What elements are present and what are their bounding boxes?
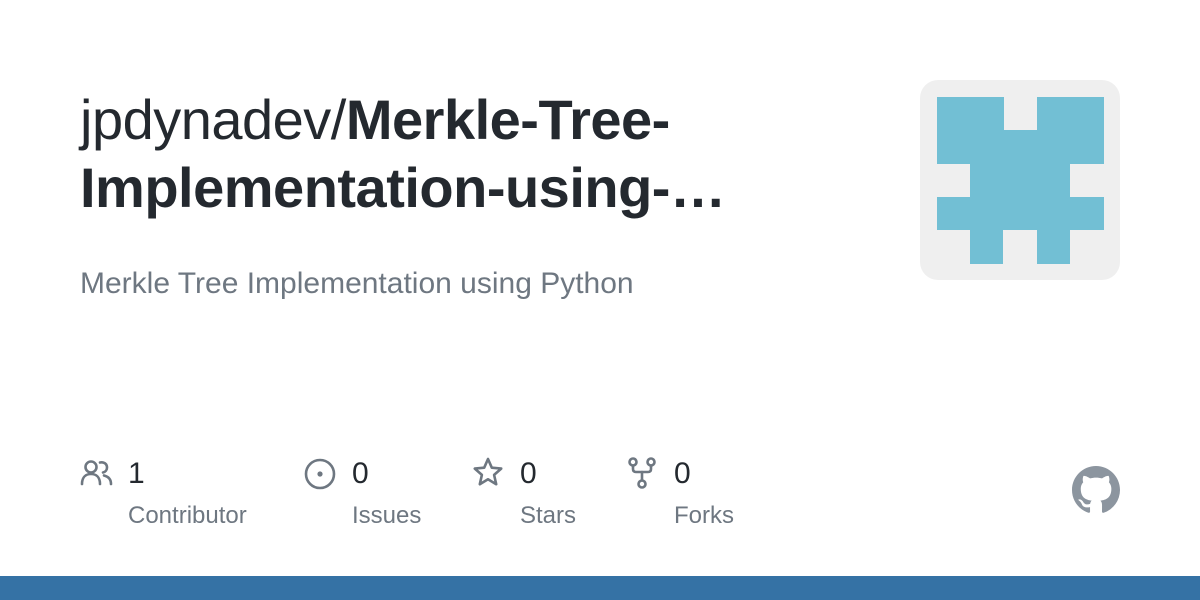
contributors-count: 1	[128, 457, 145, 490]
contributors-label: Contributor	[128, 502, 247, 529]
identicon-image	[937, 97, 1104, 264]
repo-title[interactable]: jpdynadev/Merkle-Tree-Implementation-usi…	[80, 86, 880, 222]
issues-label: Issues	[352, 502, 422, 529]
people-icon	[80, 456, 114, 490]
language-color-bar	[0, 576, 1200, 600]
github-logo-icon[interactable]	[1072, 466, 1120, 514]
repo-owner[interactable]: jpdynadev/	[80, 88, 346, 151]
issue-opened-icon	[304, 456, 338, 490]
stars-count: 0	[520, 457, 537, 490]
forks-count: 0	[674, 457, 691, 490]
stars-label: Stars	[520, 502, 577, 529]
forks-label: Forks	[674, 502, 734, 529]
repo-description: Merkle Tree Implementation using Python	[80, 267, 634, 300]
issues-count: 0	[352, 457, 369, 490]
repo-forked-icon	[626, 456, 660, 490]
owner-avatar[interactable]	[920, 80, 1120, 280]
star-icon	[472, 456, 506, 490]
